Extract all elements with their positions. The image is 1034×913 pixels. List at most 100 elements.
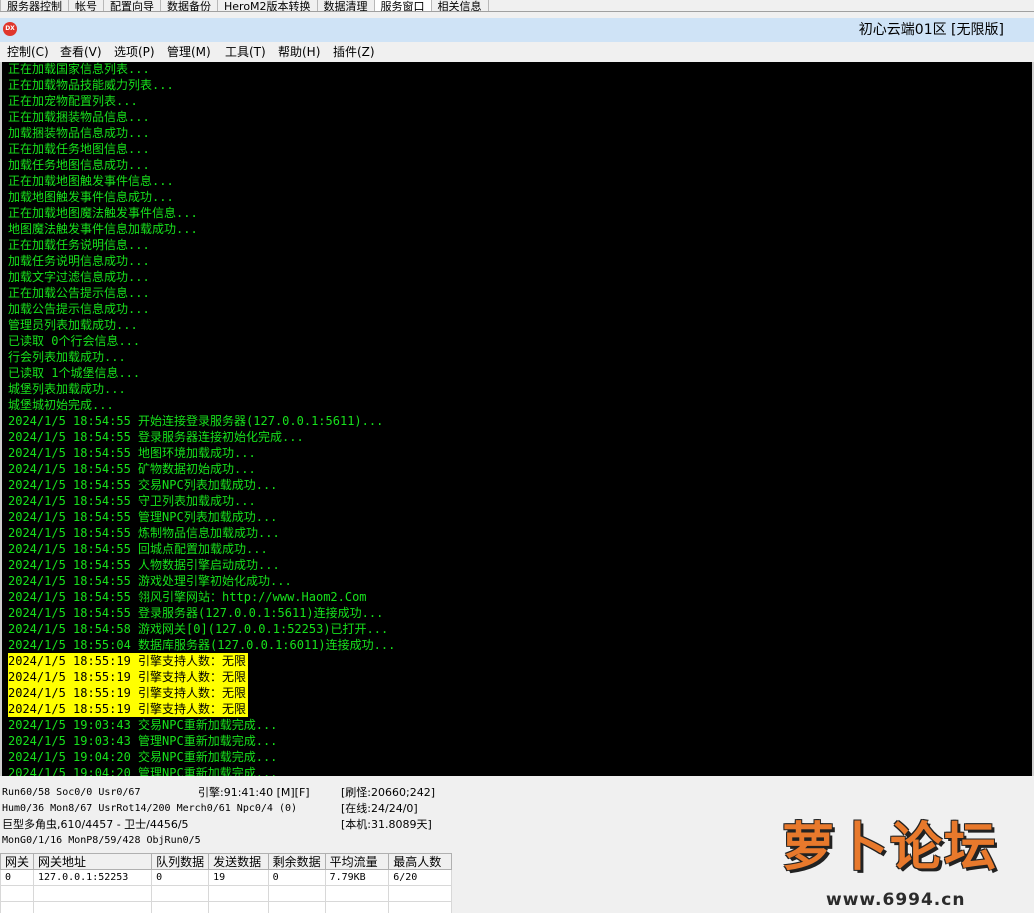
menu-manage[interactable]: 管理(M) xyxy=(167,43,211,61)
gate-table: 网关 网关地址 队列数据 发送数据 剩余数据 平均流量 最高人数 0 127.0… xyxy=(0,853,452,913)
tab-accounts[interactable]: 帐号 xyxy=(68,0,104,11)
cell-empty xyxy=(208,901,269,913)
tab-data-cleanup[interactable]: 数据清理 xyxy=(316,0,375,11)
cell-empty xyxy=(33,901,153,913)
log-line: 已读取 0个行会信息... xyxy=(8,334,141,348)
window-title: 初心云端01区 [无限版] xyxy=(858,22,1004,38)
forum-watermark: 萝卜论坛 www.6994.cn xyxy=(782,808,1028,910)
menu-tools[interactable]: 工具(T) xyxy=(225,43,266,61)
cell-empty xyxy=(33,885,153,902)
log-line: 2024/1/5 18:54:55 开始连接登录服务器(127.0.0.1:56… xyxy=(8,414,384,428)
log-line: 加载文字过滤信息成功... xyxy=(8,270,150,284)
gate-table-header: 网关 网关地址 队列数据 发送数据 剩余数据 平均流量 最高人数 xyxy=(0,853,452,870)
log-line-highlighted: 2024/1/5 18:55:19 引擎支持人数：无限 xyxy=(8,685,249,701)
table-row[interactable]: 0 127.0.0.1:52253 0 19 0 7.79KB 6/20 xyxy=(0,869,452,886)
menu-control[interactable]: 控制(C) xyxy=(7,43,49,61)
log-line: 2024/1/5 18:54:58 游戏网关[0](127.0.0.1:5225… xyxy=(8,622,389,636)
log-line: 正在加载任务说明信息... xyxy=(8,238,150,252)
col-sent-data[interactable]: 发送数据 xyxy=(208,853,269,870)
log-line: 2024/1/5 19:04:20 交易NPC重新加载完成... xyxy=(8,750,278,764)
col-gate[interactable]: 网关 xyxy=(0,853,35,870)
title-bar: DX 初心云端01区 [无限版] xyxy=(0,18,1034,42)
log-line: 正在加宠物配置列表... xyxy=(8,94,138,108)
tab-config-wizard[interactable]: 配置向导 xyxy=(103,0,161,11)
log-line: 城堡城初始完成... xyxy=(8,398,114,412)
log-line: 2024/1/5 18:54:55 矿物数据初始成功... xyxy=(8,462,256,476)
cell-empty xyxy=(151,885,210,902)
tab-data-backup[interactable]: 数据备份 xyxy=(160,0,218,11)
menu-plugins[interactable]: 插件(Z) xyxy=(333,43,375,61)
menu-options[interactable]: 选项(P) xyxy=(114,43,155,61)
menu-bar: 控制(C) 查看(V) 选项(P) 管理(M) 工具(T) 帮助(H) 插件(Z… xyxy=(0,42,1034,62)
log-line: 2024/1/5 18:54:55 管理NPC列表加载成功... xyxy=(8,510,278,524)
cell-empty xyxy=(0,901,35,913)
log-line: 正在加载任务地图信息... xyxy=(8,142,150,156)
status-mon: MonG0/1/16 MonP8/59/428 ObjRun0/5 xyxy=(2,835,201,846)
status-run: Run60/58 Soc0/0 Usr0/67 xyxy=(2,787,141,798)
tab-related-info[interactable]: 相关信息 xyxy=(430,0,489,11)
status-monster: 巨型多角虫,610/4457 - 卫士/4456/5 xyxy=(2,818,189,831)
cell-sent-data: 19 xyxy=(208,869,269,886)
log-line: 2024/1/5 18:54:55 登录服务器(127.0.0.1:5611)连… xyxy=(8,606,384,620)
status-online: [在线:24/24/0] xyxy=(341,802,418,815)
log-line: 正在加载捆装物品信息... xyxy=(8,110,150,124)
log-line: 加载任务地图信息成功... xyxy=(8,158,150,172)
log-line: 2024/1/5 18:54:55 守卫列表加载成功... xyxy=(8,494,256,508)
log-line: 正在加载地图触发事件信息... xyxy=(8,174,174,188)
log-line: 加载任务说明信息成功... xyxy=(8,254,150,268)
log-line: 加载公告提示信息成功... xyxy=(8,302,150,316)
menu-view[interactable]: 查看(V) xyxy=(60,43,102,61)
cell-empty xyxy=(388,885,452,902)
log-line: 2024/1/5 18:54:55 回城点配置加载成功... xyxy=(8,542,268,556)
watermark-url: www.6994.cn xyxy=(826,890,966,910)
log-lines: 正在加载国家信息列表... 正在加载物品技能威力列表... 正在加宠物配置列表...… xyxy=(8,62,1014,776)
col-queue-data[interactable]: 队列数据 xyxy=(151,853,210,870)
log-line: 2024/1/5 19:04:20 管理NPC重新加载完成... xyxy=(8,766,278,776)
cell-queue-data: 0 xyxy=(151,869,210,886)
server-window: 服务器控制 帐号 配置向导 数据备份 HeroM2版本转换 数据清理 服务窗口 相关信息 DX… xyxy=(0,0,1034,913)
cell-avg-traffic: 7.79KB xyxy=(324,869,390,886)
cell-empty xyxy=(151,901,210,913)
log-line: 加载地图触发事件信息成功... xyxy=(8,190,174,204)
log-line: 正在加载地图魔法触发事件信息... xyxy=(8,206,198,220)
tab-service-window[interactable]: 服务窗口 xyxy=(373,0,432,11)
col-avg-traffic[interactable]: 平均流量 xyxy=(324,853,390,870)
cell-empty xyxy=(324,901,390,913)
log-line: 地图魔法触发事件信息加载成功... xyxy=(8,222,198,236)
log-line: 已读取 1个城堡信息... xyxy=(8,366,141,380)
cell-empty xyxy=(267,885,326,902)
cell-empty xyxy=(388,901,452,913)
log-line: 2024/1/5 18:54:55 翎风引擎网站：http://www.Haom… xyxy=(8,590,367,604)
table-row[interactable] xyxy=(0,885,452,902)
cell-gate: 0 xyxy=(0,869,35,886)
cell-empty xyxy=(208,885,269,902)
log-line: 正在加载国家信息列表... xyxy=(8,62,150,76)
menu-help[interactable]: 帮助(H) xyxy=(278,43,320,61)
log-line: 2024/1/5 18:54:55 人物数据引擎启动成功... xyxy=(8,558,280,572)
log-line: 行会列表加载成功... xyxy=(8,350,126,364)
status-engine: 引擎:91:41:40 [M][F] xyxy=(198,786,310,799)
col-remaining-data[interactable]: 剩余数据 xyxy=(267,853,326,870)
status-local: [本机:31.8089天] xyxy=(341,818,432,831)
table-row[interactable] xyxy=(0,901,452,913)
tab-herom2-version-convert[interactable]: HeroM2版本转换 xyxy=(217,0,318,11)
log-line: 2024/1/5 18:54:55 地图环境加载成功... xyxy=(8,446,256,460)
watermark-logo: 萝卜论坛 xyxy=(782,818,999,878)
log-line: 正在加载物品技能威力列表... xyxy=(8,78,174,92)
col-gate-address[interactable]: 网关地址 xyxy=(33,853,153,870)
top-tab-strip: 服务器控制 帐号 配置向导 数据备份 HeroM2版本转换 数据清理 服务窗口 相关信息 xyxy=(0,0,1034,12)
log-console[interactable]: 正在加载国家信息列表... 正在加载物品技能威力列表... 正在加宠物配置列表...… xyxy=(0,62,1034,776)
log-line-highlighted: 2024/1/5 18:55:19 引擎支持人数：无限 xyxy=(8,669,249,685)
log-line: 2024/1/5 18:54:55 游戏处理引擎初始化成功... xyxy=(8,574,292,588)
cell-empty xyxy=(267,901,326,913)
status-hum: Hum0/36 Mon8/67 UsrRot14/200 Merch0/61 N… xyxy=(2,803,298,814)
log-line: 城堡列表加载成功... xyxy=(8,382,126,396)
log-line-highlighted: 2024/1/5 18:55:19 引擎支持人数：无限 xyxy=(8,701,249,717)
cell-max-users: 6/20 xyxy=(388,869,452,886)
cell-empty xyxy=(324,885,390,902)
col-max-users[interactable]: 最高人数 xyxy=(388,853,452,870)
tab-server-control[interactable]: 服务器控制 xyxy=(0,0,69,11)
log-line: 加载捆装物品信息成功... xyxy=(8,126,150,140)
app-logo-icon: DX xyxy=(3,22,17,36)
log-line-highlighted: 2024/1/5 18:55:19 引擎支持人数：无限 xyxy=(8,653,249,669)
